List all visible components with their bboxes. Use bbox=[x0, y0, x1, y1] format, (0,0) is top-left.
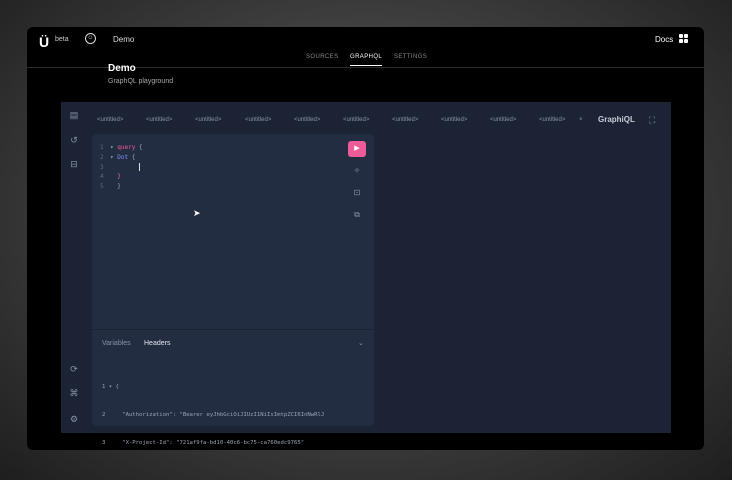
tab-sources[interactable]: SOURCES bbox=[306, 54, 338, 60]
docs-link[interactable]: Docs bbox=[655, 35, 673, 44]
chevron-down-icon[interactable]: ⌄ bbox=[358, 339, 364, 347]
project-avatar-icon[interactable]: ☺ bbox=[85, 33, 96, 44]
history-icon[interactable]: ↺ bbox=[69, 135, 79, 145]
graphiql-playground: ▤ ↺ ⊟ ⟳ ⌘ ⚙ <untitled> <untitled> <untit… bbox=[61, 102, 671, 446]
beta-badge: beta bbox=[55, 36, 69, 43]
tab-variables[interactable]: Variables bbox=[102, 340, 131, 347]
code-line: 5 } bbox=[100, 183, 121, 191]
query-tab[interactable]: <untitled> bbox=[245, 117, 271, 123]
query-tab-bar: <untitled> <untitled> <untitled> <untitl… bbox=[87, 110, 671, 130]
query-tab[interactable]: <untitled> bbox=[146, 117, 172, 123]
shortcuts-icon[interactable]: ⌘ bbox=[69, 388, 79, 398]
query-tab[interactable]: <untitled> bbox=[294, 117, 320, 123]
variables-headers-panel: Variables Headers ⌄ 1 ▾ { 2 "Authorizati… bbox=[92, 329, 374, 446]
code-line: 4 } bbox=[100, 173, 121, 181]
query-editor[interactable]: 1 ▾ query { 2 ▾ Dot { 3 4 } 5 } ▶ ✧ ⊡ ⧉ bbox=[92, 134, 374, 329]
refetch-schema-icon[interactable]: ⟳ bbox=[69, 364, 79, 374]
code-line: 3 bbox=[100, 163, 143, 173]
settings-gear-icon[interactable]: ⚙ bbox=[69, 414, 79, 424]
merge-fragments-icon[interactable]: ⊡ bbox=[351, 187, 363, 199]
playground-sidebar: ▤ ↺ ⊟ ⟳ ⌘ ⚙ bbox=[61, 102, 87, 433]
query-tab[interactable]: <untitled> bbox=[343, 117, 369, 123]
query-explorer-icon[interactable]: ⊟ bbox=[69, 159, 79, 169]
close-tab-icon[interactable]: × bbox=[579, 117, 583, 123]
docs-explorer-icon[interactable]: ▤ bbox=[69, 110, 79, 120]
code-line: 3 "X-Project-Id": "721af9fa-bd10-40c6-bc… bbox=[102, 440, 305, 447]
query-tab[interactable]: <untitled> bbox=[490, 117, 516, 123]
page-subtitle: GraphQL playground bbox=[108, 78, 174, 85]
code-line: 2 "Authorization": "Bearer eyJhbGciOiJIU… bbox=[102, 412, 325, 419]
fullscreen-icon[interactable]: ⛶ bbox=[649, 115, 655, 126]
query-tab[interactable]: <untitled> bbox=[97, 117, 123, 123]
mouse-pointer-icon: ➤ bbox=[193, 208, 201, 218]
prettify-icon[interactable]: ✧ bbox=[351, 165, 363, 177]
page-title: Demo bbox=[108, 63, 136, 74]
tab-headers[interactable]: Headers bbox=[144, 340, 170, 347]
code-line: 1 ▾ { bbox=[102, 383, 119, 390]
query-tab[interactable]: <untitled> bbox=[195, 117, 221, 123]
code-line: 1 ▾ query { bbox=[100, 144, 143, 151]
text-cursor bbox=[138, 163, 140, 172]
app-window: Ü beta ☺ Demo Docs SOURCES GRAPHQL SETTI… bbox=[27, 27, 704, 450]
query-tab[interactable]: <untitled> bbox=[441, 117, 467, 123]
copy-query-icon[interactable]: ⧉ bbox=[351, 209, 363, 221]
project-name[interactable]: Demo bbox=[113, 35, 134, 44]
tab-settings[interactable]: SETTINGS bbox=[394, 54, 427, 60]
query-tab[interactable]: <untitled> bbox=[392, 117, 418, 123]
query-code[interactable]: 1 ▾ query { 2 ▾ Dot { 3 4 } 5 } bbox=[100, 143, 143, 192]
run-query-button[interactable]: ▶ bbox=[348, 141, 366, 157]
apps-grid-icon[interactable] bbox=[679, 34, 688, 43]
logo-icon[interactable]: Ü bbox=[39, 34, 49, 50]
code-line: 2 ▾ Dot { bbox=[100, 153, 136, 161]
tab-graphql[interactable]: GRAPHQL bbox=[350, 54, 383, 66]
query-tab[interactable]: <untitled> bbox=[539, 117, 565, 123]
headers-editor[interactable]: 1 ▾ { 2 "Authorization": "Bearer eyJhbGc… bbox=[102, 364, 324, 450]
graphiql-logo: GraphiQL bbox=[598, 115, 635, 124]
